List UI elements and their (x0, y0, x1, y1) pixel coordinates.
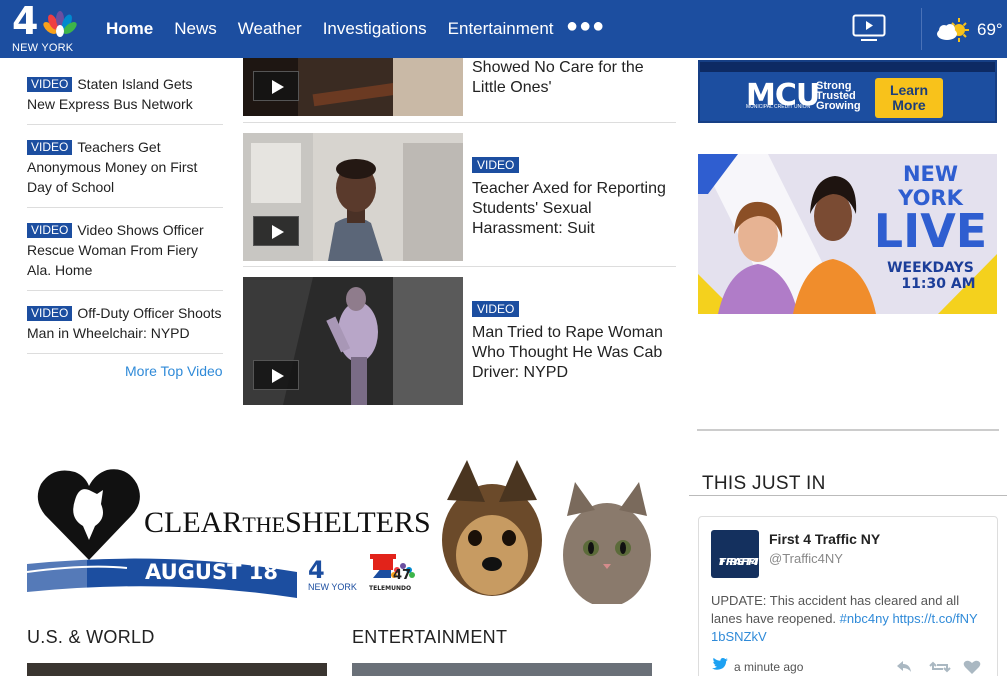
tweet-text: UPDATE: This accident has cleared and al… (711, 593, 978, 644)
reply-icon[interactable] (897, 661, 911, 672)
video-badge: VIDEO (27, 306, 73, 321)
tweet-card[interactable]: FIRST4TRAFFIC First 4 Traffic NY @Traffi… (698, 516, 998, 676)
list-item[interactable]: VIDEO Staten Island Gets New Express Bus … (27, 62, 223, 125)
shelters-title: CLEARTHESHELTERS (144, 506, 431, 539)
nylive-schedule-time: 11:30 AM (901, 276, 976, 292)
mcu-subtext: MUNICIPAL CREDIT UNION (746, 104, 811, 110)
main-nav: Home News Weather Investigations Enterta… (106, 15, 604, 39)
tweet-author-name[interactable]: First 4 Traffic NY (769, 531, 880, 547)
top-navigation-bar: 4 NEW YORK Home News Weather Investigati… (0, 0, 1007, 58)
ellipsis-icon[interactable]: ●●● (566, 15, 605, 38)
this-just-in-heading: THIS JUST IN (702, 473, 826, 494)
video-story[interactable]: VIDEO Teacher Axed for Reporting Student… (243, 123, 676, 267)
mcu-ad[interactable]: MCU MUNICIPAL CREDIT UNION Strong Truste… (698, 60, 997, 123)
tweet-author-handle[interactable]: @Traffic4NY (769, 551, 843, 566)
nav-entertainment[interactable]: Entertainment (448, 19, 554, 39)
new-york-live-ad[interactable]: NEW YORK LIVE WEEKDAYS 11:30 AM (698, 154, 997, 314)
nylive-title-bottom: LIVE (873, 204, 988, 258)
nylive-title-top: NEW YORK (898, 162, 963, 210)
play-icon[interactable] (253, 71, 299, 101)
video-title[interactable]: Teacher Axed for Reporting Students' Sex… (472, 179, 677, 239)
section-entertainment-heading[interactable]: ENTERTAINMENT (352, 627, 507, 648)
nbc4-logo[interactable]: 4 NEW YORK (10, 0, 80, 55)
video-thumbnail[interactable] (243, 58, 463, 116)
clear-the-shelters-ad[interactable]: CLEARTHESHELTERS AUGUST 18 4 NEW YORK 47… (27, 460, 654, 604)
video-badge: VIDEO (472, 157, 520, 173)
hashtag-link[interactable]: #nbc4ny (840, 611, 889, 626)
divider (689, 495, 1007, 496)
shelters-date: AUGUST 18 (145, 560, 278, 584)
nav-investigations[interactable]: Investigations (323, 19, 427, 39)
ad-nbc-logo-number: 4 (308, 556, 325, 584)
header-divider (921, 8, 922, 50)
ad-telemundo-name: TELEMUNDO (369, 585, 412, 592)
nav-weather[interactable]: Weather (238, 19, 302, 39)
learn-more-button[interactable]: Learn More (875, 78, 943, 118)
retweet-icon[interactable] (929, 661, 951, 673)
nylive-schedule-days: WEEKDAYS (887, 260, 974, 276)
logo-number: 4 (12, 0, 38, 43)
mcu-tagline: Strong Trusted Growing (816, 80, 861, 112)
video-thumbnail[interactable] (243, 133, 463, 261)
video-thumbnail[interactable] (243, 277, 463, 405)
live-tv-icon[interactable] (852, 14, 886, 42)
video-badge: VIDEO (27, 77, 73, 92)
section-us-world-image[interactable] (27, 663, 327, 676)
logo-city: NEW YORK (12, 42, 74, 54)
partly-sunny-icon[interactable] (935, 16, 971, 44)
avatar[interactable]: FIRST4TRAFFIC (711, 530, 759, 578)
section-entertainment-image[interactable] (352, 663, 652, 676)
section-us-world-heading[interactable]: U.S. & WORLD (27, 627, 155, 648)
ad-telemundo-number: 47 (393, 568, 412, 583)
twitter-bird-icon (712, 657, 728, 670)
like-icon[interactable] (963, 660, 981, 674)
video-story[interactable]: Showed No Care for the Little Ones' (243, 58, 676, 123)
ad-nbc-logo-city: NEW YORK (308, 582, 357, 592)
video-badge: VIDEO (27, 140, 73, 155)
list-item[interactable]: VIDEO Teachers Get Anonymous Money on Fir… (27, 125, 223, 208)
list-item[interactable]: VIDEO Video Shows Officer Rescue Woman Fr… (27, 208, 223, 291)
divider (697, 429, 999, 431)
top-video-list: VIDEO Staten Island Gets New Express Bus … (27, 62, 223, 354)
nav-news[interactable]: News (174, 19, 217, 39)
play-icon[interactable] (253, 216, 299, 246)
play-icon[interactable] (253, 360, 299, 390)
nav-home[interactable]: Home (106, 19, 153, 39)
tweet-actions (897, 660, 981, 674)
tweet-timestamp[interactable]: a minute ago (734, 660, 803, 674)
video-story[interactable]: VIDEO Man Tried to Rape Woman Who Though… (243, 267, 676, 406)
video-badge: VIDEO (472, 301, 520, 317)
peacock-icon (43, 11, 77, 37)
video-title[interactable]: Man Tried to Rape Woman Who Thought He W… (472, 323, 677, 383)
more-top-video-link[interactable]: More Top Video (125, 363, 223, 379)
list-item[interactable]: VIDEO Off-Duty Officer Shoots Man in Whee… (27, 291, 223, 354)
video-title[interactable]: Showed No Care for the Little Ones' (472, 58, 677, 98)
video-badge: VIDEO (27, 223, 73, 238)
temperature: 69° (977, 20, 1003, 39)
